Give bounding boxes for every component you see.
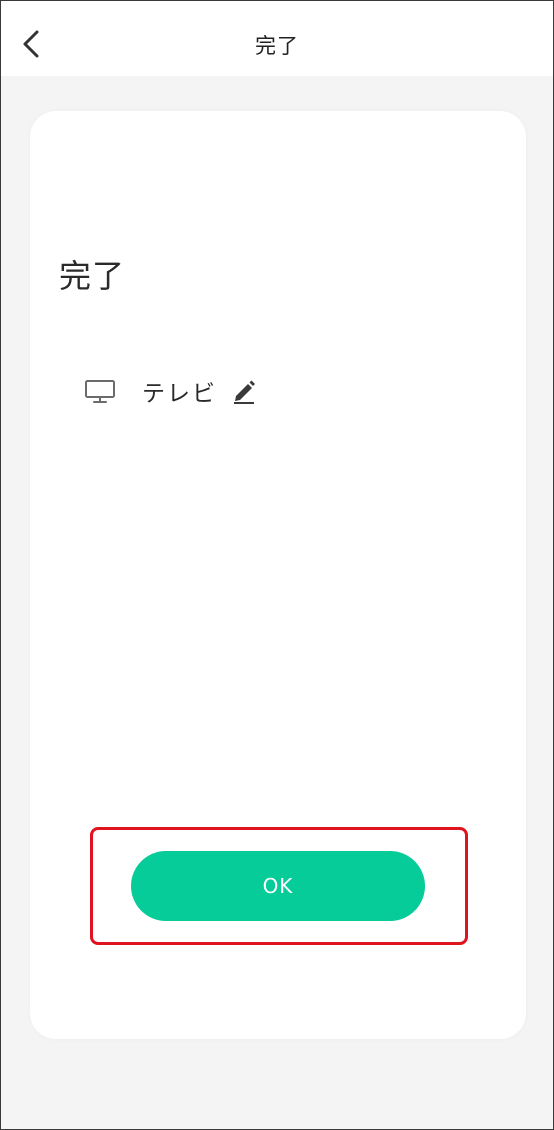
tv-icon: [85, 380, 115, 403]
ok-button[interactable]: OK: [131, 851, 425, 921]
page-title: 完了: [255, 34, 299, 58]
app-screen: 完了 完了 テレビ OK: [0, 0, 554, 1130]
device-row: テレビ: [84, 373, 257, 409]
device-name: テレビ: [142, 381, 217, 407]
edit-device-name-button[interactable]: [231, 377, 257, 405]
completion-heading: 完了: [59, 257, 126, 295]
top-bar: 完了: [1, 1, 553, 76]
pencil-icon: [234, 380, 255, 404]
